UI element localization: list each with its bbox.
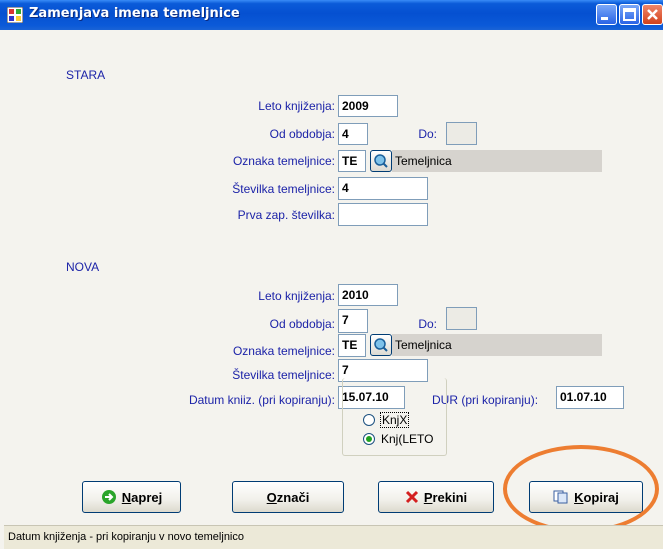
nova-do-label: Do:	[418, 317, 437, 331]
naprej-label: Naprej	[122, 490, 162, 505]
naprej-button[interactable]: Naprej	[82, 481, 181, 513]
stara-od-label: Od obdobja:	[269, 127, 335, 141]
stara-prva-input[interactable]	[338, 203, 428, 226]
nova-do-input[interactable]	[446, 307, 477, 330]
nova-od-label: Od obdobja:	[269, 317, 335, 331]
arrow-right-icon	[101, 490, 116, 504]
status-bar: Datum knjiženja - pri kopiranju v novo t…	[4, 525, 663, 549]
app-icon	[7, 7, 23, 23]
close-button[interactable]	[642, 4, 663, 25]
nova-dur-input[interactable]: 01.07.10	[556, 386, 624, 409]
stara-oznaka-lookup-button[interactable]	[370, 150, 392, 172]
nova-oznaka-label: Oznaka temeljnice:	[232, 344, 335, 358]
maximize-button[interactable]	[619, 4, 640, 25]
stara-do-label: Do:	[418, 127, 437, 141]
section-stara-label: STARA	[66, 68, 106, 82]
stara-oznaka-input[interactable]: TE	[338, 150, 366, 172]
oznaci-label: Označi	[267, 490, 310, 505]
radio-knjx-button[interactable]	[363, 414, 375, 426]
stara-oznaka-label: Oznaka temeljnice:	[232, 154, 335, 168]
cancel-x-icon	[405, 490, 418, 504]
oznaci-mnemonic: O	[266, 489, 277, 505]
radio-knjleto-label[interactable]: Knj(LETO	[381, 432, 433, 446]
section-nova-label: NOVA	[66, 260, 100, 274]
nova-stevilka-label: Številka temeljnice:	[232, 368, 335, 382]
radio-knjx-label[interactable]: KnjX	[380, 412, 410, 428]
nova-oznaka-lookup-button[interactable]	[370, 334, 392, 356]
nova-oznaka-description: Temeljnica	[392, 334, 602, 356]
naprej-label-rest: aprej	[131, 489, 163, 505]
stara-prva-label: Prva zap. številka:	[237, 208, 335, 222]
oznaci-label-rest: znači	[276, 489, 310, 505]
oznaci-button[interactable]: Označi	[232, 481, 344, 513]
minimize-icon	[601, 17, 608, 20]
stara-stevilka-label: Številka temeljnice:	[232, 182, 335, 196]
close-icon	[647, 9, 658, 20]
title-bar[interactable]: Zamenjava imena temeljnice	[0, 0, 663, 30]
dialog-window: Zamenjava imena temeljnice STARA Leto kn…	[0, 0, 663, 549]
nova-leto-label: Leto knjiženja:	[258, 289, 335, 303]
stara-oznaka-description: Temeljnica	[392, 150, 602, 172]
window-title: Zamenjava imena temeljnice	[29, 6, 240, 21]
stara-od-input[interactable]: 4	[338, 123, 368, 145]
stara-leto-input[interactable]: 2009	[338, 95, 398, 117]
kopiraj-highlight-circle	[503, 445, 659, 533]
nova-leto-input[interactable]: 2010	[338, 284, 398, 306]
search-icon	[374, 338, 388, 352]
status-text: Datum knjiženja - pri kopiranju v novo t…	[8, 531, 244, 543]
nova-datum-label: Datum kniiz. (pri kopiranju):	[188, 393, 335, 407]
prekini-label-rest: rekini	[432, 489, 468, 505]
naprej-mnemonic: N	[121, 489, 132, 505]
prekini-button[interactable]: Prekini	[378, 481, 494, 513]
stara-leto-label: Leto knjiženja:	[258, 99, 335, 113]
maximize-icon	[623, 8, 636, 21]
nova-dur-label: DUR (pri kopiranju):	[432, 393, 539, 407]
radio-selected-dot	[366, 436, 372, 442]
search-icon	[374, 154, 388, 168]
radio-knjleto-button[interactable]	[363, 433, 375, 445]
stara-do-input[interactable]	[446, 122, 477, 145]
stara-stevilka-input[interactable]: 4	[338, 177, 428, 200]
nova-od-input[interactable]: 7	[338, 309, 368, 333]
minimize-button[interactable]	[596, 4, 617, 25]
prekini-label: Prekini	[424, 490, 467, 505]
nova-oznaka-input[interactable]: TE	[338, 334, 366, 357]
